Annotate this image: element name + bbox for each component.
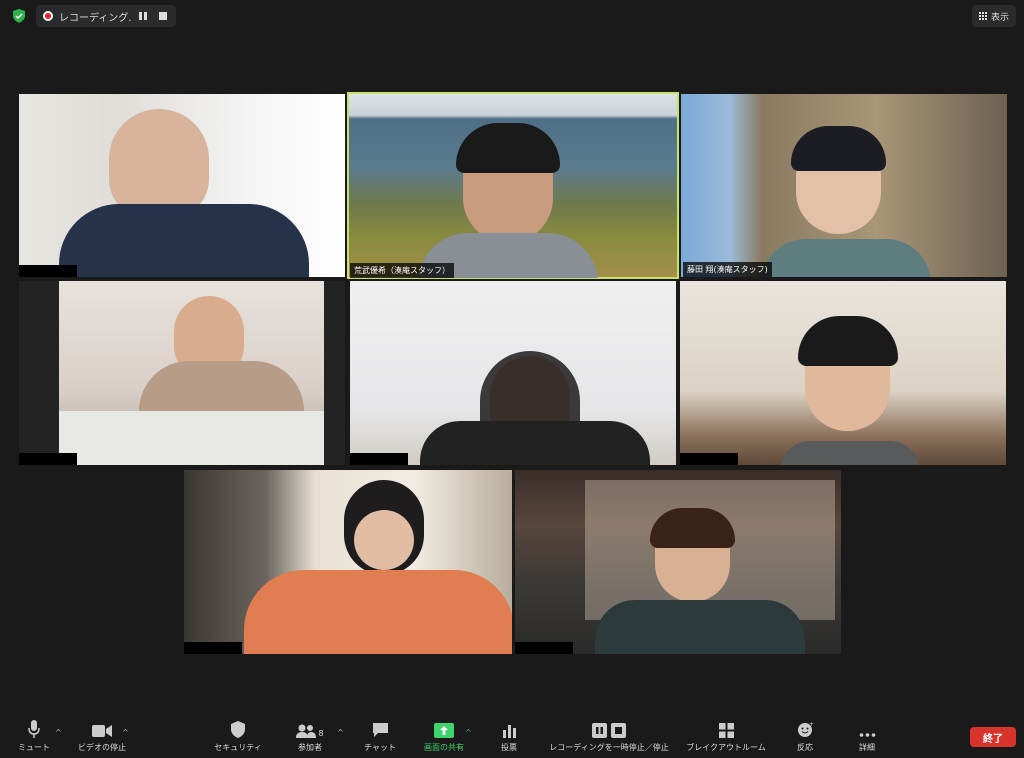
participant-name-tag [680,453,738,465]
svg-text:+: + [809,721,814,728]
participant-video [650,508,735,548]
more-dots-icon [859,733,875,737]
reactions-button[interactable]: + 反応 [790,716,820,758]
participant-video [798,316,898,366]
stop-video-button[interactable]: ビデオの停止 [74,716,130,758]
reactions-label: 反応 [797,743,813,752]
chevron-up-icon[interactable]: ^ [337,728,344,737]
participant-video [59,204,309,277]
share-screen-label: 画面の共有 [424,743,464,752]
more-button[interactable]: 詳細 [852,716,882,758]
pause-icon [592,723,607,738]
participant-video [780,441,920,465]
stop-icon[interactable] [159,12,167,20]
video-tile-5[interactable] [350,281,676,465]
breakout-rooms-button[interactable]: ブレイクアウトルーム [683,716,769,758]
participant-video [354,510,414,570]
chat-button[interactable]: チャット [360,716,400,758]
video-tile-3[interactable]: 藤田 翔(湊庵スタッフ) [681,94,1007,277]
stop-icon [611,723,626,738]
bar-chart-icon [502,725,516,738]
participant-name-tag [19,265,77,277]
video-tile-4[interactable] [19,281,345,465]
video-tile-8[interactable] [515,470,841,654]
chat-bubble-icon [372,723,388,737]
grid-view-icon [978,12,987,20]
participant-name-tag: 荒武優希（湊庵スタッフ） [350,263,454,278]
participant-video [109,109,209,219]
breakout-rooms-label: ブレイクアウトルーム [686,743,766,752]
video-tile-6[interactable] [680,281,1006,465]
mute-button[interactable]: ミュート [14,716,54,758]
participant-name-tag [19,453,77,465]
recording-label: レコーディング... [59,12,131,24]
participant-name-tag [350,453,408,465]
stop-video-label: ビデオの停止 [78,743,126,752]
chevron-up-icon[interactable]: ^ [55,728,62,737]
view-label: 表示 [990,12,1009,23]
video-tile-1[interactable] [19,94,345,277]
share-screen-icon [434,723,454,738]
recording-dot-icon [43,11,53,21]
shield-icon [231,721,245,738]
breakout-rooms-icon [718,723,734,738]
mute-label: ミュート [18,743,50,752]
video-tile-7[interactable] [184,470,512,654]
participant-video [456,123,560,173]
recording-indicator[interactable]: レコーディング... [36,5,176,27]
participant-video [420,421,650,465]
chat-label: チャット [364,743,396,752]
poll-label: 投票 [501,743,517,752]
participants-label: 参加者 [298,743,322,752]
smiley-plus-icon: + [797,721,814,737]
recording-pause-stop-button[interactable]: レコーディングを一時停止／停止 [545,716,673,758]
security-button[interactable]: セキュリティ [210,716,266,758]
video-tile-2-active-speaker[interactable]: 荒武優希（湊庵スタッフ） [347,92,679,279]
meeting-toolbar: ミュート ^ ビデオの停止 ^ セキュリティ 8 参加者 ^ チャット 画面の共… [0,716,1024,758]
participants-count: 8 [318,729,324,738]
participant-name-tag: 藤田 翔(湊庵スタッフ) [683,262,772,277]
security-shield-icon[interactable] [12,9,26,23]
video-camera-icon [92,725,112,737]
pause-icon[interactable] [139,12,147,20]
chevron-up-icon[interactable]: ^ [465,728,472,737]
participant-video [761,239,931,277]
chevron-up-icon[interactable]: ^ [122,728,129,737]
poll-button[interactable]: 投票 [492,716,526,758]
participant-name-tag [184,642,242,654]
participant-video [244,570,512,654]
share-screen-button[interactable]: 画面の共有 [420,716,468,758]
security-label: セキュリティ [214,743,262,752]
participant-name-tag [515,642,573,654]
participant-video [791,126,886,171]
more-label: 詳細 [859,743,875,752]
recording-pause-stop-label: レコーディングを一時停止／停止 [549,743,669,752]
view-button[interactable]: 表示 [972,5,1016,27]
microphone-icon [28,720,40,738]
participants-button[interactable]: 8 参加者 [290,716,330,758]
participants-icon [296,724,317,738]
participant-video [595,600,805,654]
meeting-top-bar: レコーディング... 表示 [0,0,1024,32]
end-meeting-button[interactable]: 終了 [970,727,1016,747]
